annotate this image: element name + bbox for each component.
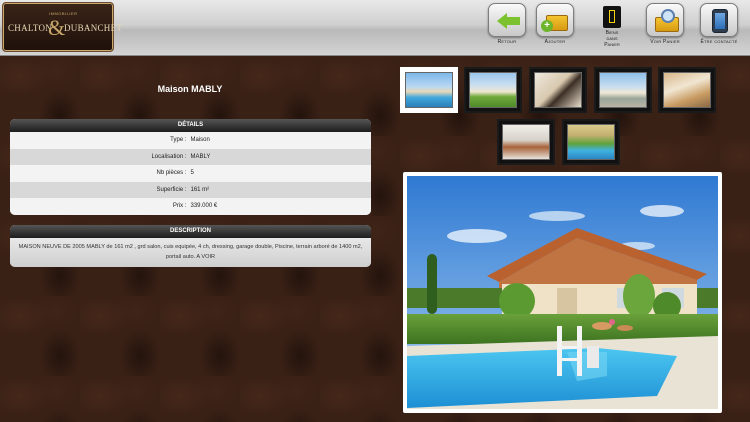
detail-key: Superficie : bbox=[156, 186, 187, 193]
basket-count-button[interactable]: Biens dans Panier bbox=[595, 6, 629, 48]
contact-button-label: Être contacté bbox=[700, 39, 738, 45]
main-property-photo[interactable] bbox=[403, 172, 722, 413]
detail-value: MABLY bbox=[190, 153, 211, 160]
thumbnail-kitchen[interactable] bbox=[497, 119, 555, 165]
details-panel: DÉTAILS Type : Maison Localisation : MAB… bbox=[10, 119, 371, 215]
back-button[interactable]: Retour bbox=[481, 3, 533, 55]
agency-logo[interactable]: IMMOBILIER CHALTON & DUBANCHET bbox=[2, 2, 122, 52]
view-basket-button[interactable]: Voir Panier bbox=[639, 3, 691, 55]
back-button-label: Retour bbox=[497, 39, 517, 45]
detail-key: Localisation : bbox=[151, 153, 187, 160]
detail-row-type: Type : Maison bbox=[10, 132, 371, 149]
thumbnail-exterior-pool[interactable] bbox=[400, 67, 458, 113]
add-to-basket-icon: + bbox=[536, 3, 574, 37]
add-button-label: Ajouter bbox=[544, 39, 566, 45]
detail-row-location: Localisation : MABLY bbox=[10, 148, 371, 165]
thumbnail-bedroom[interactable] bbox=[658, 67, 716, 113]
detail-value: Maison bbox=[190, 137, 210, 143]
logo-name-left: CHALTON bbox=[8, 23, 53, 33]
description-panel: DESCRIPTION MAISON NEUVE DE 2005 MABLY d… bbox=[10, 225, 371, 267]
details-header: DÉTAILS bbox=[10, 119, 371, 132]
detail-key: Nb pièces : bbox=[156, 170, 187, 176]
thumbnail-pool-terrace[interactable] bbox=[562, 119, 620, 165]
details-table: Type : Maison Localisation : MABLY Nb pi… bbox=[10, 132, 371, 215]
thumbnail-house-lawn[interactable] bbox=[464, 67, 522, 113]
property-title: Maison MABLY bbox=[157, 84, 223, 94]
add-to-basket-button[interactable]: + Ajouter bbox=[529, 3, 581, 55]
thumbnail-house-driveway[interactable] bbox=[594, 67, 652, 113]
detail-key: Prix : bbox=[172, 203, 187, 209]
detail-value: 339.000 € bbox=[190, 203, 218, 209]
logo-ampersand: & bbox=[48, 15, 66, 40]
thumbnail-living-room[interactable] bbox=[529, 67, 587, 113]
basket-count-label-3: Panier bbox=[604, 42, 620, 48]
detail-key: Type : bbox=[170, 137, 187, 143]
view-basket-icon bbox=[646, 3, 684, 37]
top-toolbar: IMMOBILIER CHALTON & DUBANCHET Retour + … bbox=[0, 0, 750, 56]
description-text: MAISON NEUVE DE 2005 MABLY de 161 m2 , g… bbox=[10, 238, 371, 267]
view-basket-label: Voir Panier bbox=[650, 39, 680, 45]
detail-value: 5 bbox=[190, 170, 194, 176]
basket-count-tag-icon bbox=[603, 6, 621, 28]
detail-row-price: Prix : 339.000 € bbox=[10, 198, 371, 215]
detail-row-area: Superficie : 161 m² bbox=[10, 181, 371, 198]
description-header: DESCRIPTION bbox=[10, 225, 371, 238]
logo-name-right: DUBANCHET bbox=[64, 23, 123, 33]
contact-tablet-icon bbox=[700, 3, 738, 37]
house-with-pool-image bbox=[407, 176, 718, 409]
contact-button[interactable]: Être contacté bbox=[693, 3, 745, 55]
detail-row-rooms: Nb pièces : 5 bbox=[10, 165, 371, 182]
detail-value: 161 m² bbox=[190, 186, 210, 193]
back-arrow-icon bbox=[488, 3, 526, 37]
